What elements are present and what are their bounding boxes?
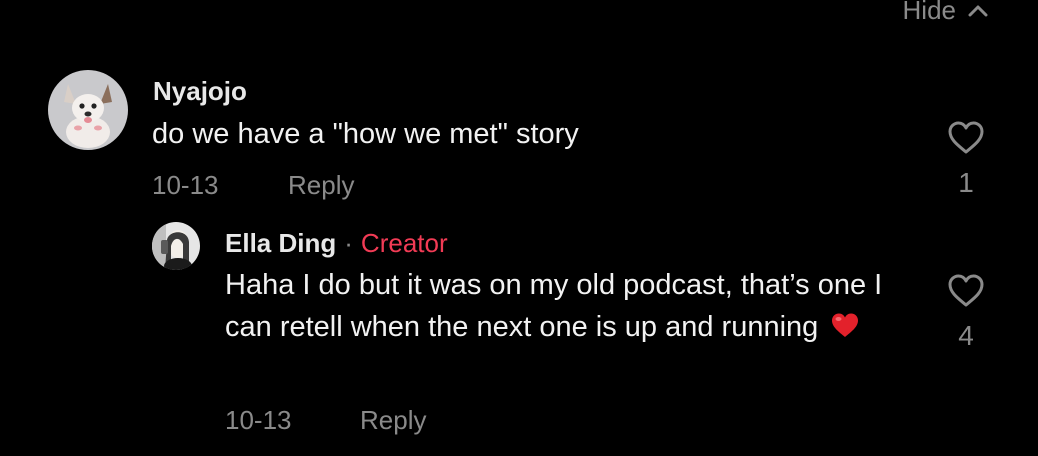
reply-username[interactable]: Ella Ding [225,228,336,258]
hide-replies-button[interactable]: Hide [903,0,988,26]
separator-dot: · [344,228,353,258]
reply-like-count: 4 [958,320,974,351]
reply-reply-button[interactable]: Reply [360,405,426,436]
reply-like-button[interactable]: 4 [946,273,986,352]
comment-reply-button[interactable]: Reply [288,170,354,201]
creator-badge: Creator [360,228,448,258]
reply-date: 10-13 [225,405,292,435]
avatar[interactable] [152,222,200,270]
reply-text: Haha I do but it was on my old podcast, … [225,269,883,343]
avatar[interactable] [48,70,128,150]
comment-like-count: 1 [958,167,974,198]
chevron-up-icon [968,5,988,20]
hide-label: Hide [902,0,956,25]
comment-like-button[interactable]: 1 [946,120,986,199]
reply-header: Ella Ding · Creator [225,228,448,259]
heart-outline-icon [947,120,985,161]
red-heart-emoji [830,309,860,351]
reply-text-block: Haha I do but it was on my old podcast, … [225,264,915,351]
heart-outline-icon [947,273,985,314]
comment-date: 10-13 [152,170,219,200]
comment-username[interactable]: Nyajojo [153,76,247,107]
comment-text: do we have a "how we met" story [152,118,579,150]
